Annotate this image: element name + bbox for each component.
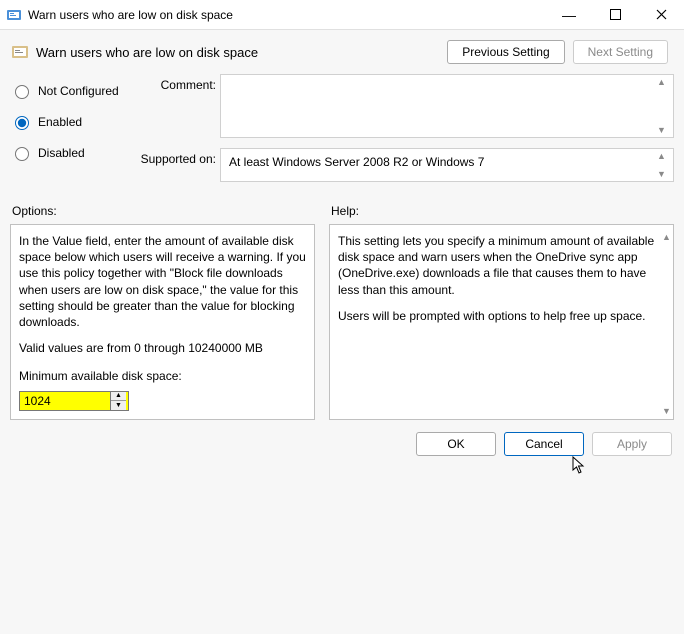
help-scroll[interactable]: ▲▼	[662, 228, 676, 420]
options-panel: In the Value field, enter the amount of …	[10, 224, 315, 420]
help-panel: This setting lets you specify a minimum …	[329, 224, 674, 420]
chevron-up-icon[interactable]: ▲	[662, 232, 676, 242]
spinner-down-button[interactable]: ▼	[111, 401, 126, 410]
header: Warn users who are low on disk space Pre…	[0, 30, 684, 70]
radio-not-configured-input[interactable]	[15, 85, 29, 99]
radio-disabled-label: Disabled	[38, 146, 85, 160]
supported-on-value: At least Windows Server 2008 R2 or Windo…	[229, 155, 484, 169]
app-icon	[6, 7, 22, 23]
supported-on-label: Supported on:	[140, 148, 220, 166]
radio-not-configured-label: Not Configured	[38, 84, 119, 98]
comment-label: Comment:	[140, 74, 220, 92]
next-setting-button: Next Setting	[573, 40, 668, 64]
chevron-up-icon[interactable]: ▲	[657, 77, 671, 87]
options-text-2: Valid values are from 0 through 10240000…	[19, 340, 306, 356]
window-title: Warn users who are low on disk space	[28, 8, 546, 22]
radio-enabled-label: Enabled	[38, 115, 82, 129]
min-disk-space-input[interactable]	[20, 392, 110, 410]
radio-enabled-input[interactable]	[15, 116, 29, 130]
radio-enabled[interactable]: Enabled	[10, 113, 120, 130]
titlebar: Warn users who are low on disk space —	[0, 0, 684, 30]
comment-scroll[interactable]: ▲▼	[657, 77, 671, 135]
help-label: Help:	[331, 204, 674, 218]
header-title: Warn users who are low on disk space	[36, 45, 447, 60]
supported-scroll[interactable]: ▲▼	[657, 151, 671, 179]
comment-field[interactable]: ▲▼	[220, 74, 674, 138]
options-text-1: In the Value field, enter the amount of …	[19, 233, 306, 330]
close-button[interactable]	[638, 0, 684, 30]
ok-button[interactable]: OK	[416, 432, 496, 456]
radio-disabled-input[interactable]	[15, 147, 29, 161]
radio-not-configured[interactable]: Not Configured	[10, 82, 120, 99]
help-text-2: Users will be prompted with options to h…	[338, 308, 665, 324]
chevron-up-icon[interactable]: ▲	[657, 151, 671, 161]
minimize-button[interactable]: —	[546, 0, 592, 30]
min-disk-space-label: Minimum available disk space:	[19, 368, 306, 384]
chevron-down-icon[interactable]: ▼	[657, 125, 671, 135]
chevron-down-icon[interactable]: ▼	[657, 169, 671, 179]
state-radios: Not Configured Enabled Disabled	[10, 74, 120, 192]
min-disk-space-spinner[interactable]: ▲ ▼	[19, 391, 129, 411]
supported-on-field: At least Windows Server 2008 R2 or Windo…	[220, 148, 674, 182]
help-text-1: This setting lets you specify a minimum …	[338, 233, 665, 298]
apply-button: Apply	[592, 432, 672, 456]
policy-icon	[10, 42, 30, 62]
maximize-button[interactable]	[592, 0, 638, 30]
options-label: Options:	[12, 204, 315, 218]
cancel-button[interactable]: Cancel	[504, 432, 584, 456]
previous-setting-button[interactable]: Previous Setting	[447, 40, 564, 64]
chevron-down-icon[interactable]: ▼	[662, 406, 676, 416]
footer: OK Cancel Apply	[0, 424, 684, 466]
spinner-up-button[interactable]: ▲	[111, 392, 126, 402]
radio-disabled[interactable]: Disabled	[10, 144, 120, 161]
